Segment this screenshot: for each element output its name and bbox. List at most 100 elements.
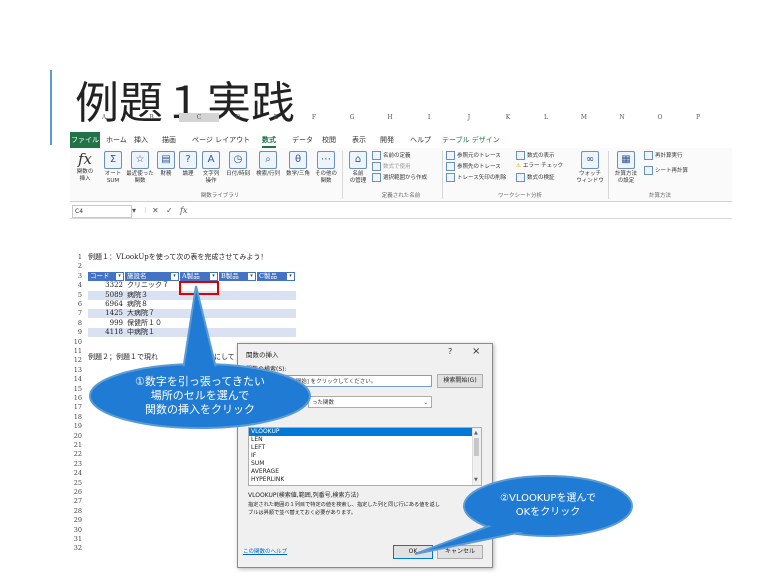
financial-button[interactable]: ▤ 財務 [156,151,176,178]
column-header[interactable]: H [371,113,409,122]
column-header[interactable]: M [565,113,603,122]
autosum-button[interactable]: Σ オート SUM [102,151,124,185]
error-checking-button[interactable]: ⚠ エラー チェック [516,162,563,170]
tab-home[interactable]: ホーム [106,134,127,146]
lookup-button[interactable]: ⌕ 検索/行列 [254,151,282,178]
function-list-item[interactable]: SUM [249,460,481,468]
cell-code[interactable]: 6964 [88,300,123,309]
cancel-icon[interactable]: ✕ [152,205,159,217]
row-header[interactable]: 2 [70,262,82,271]
watch-window-button[interactable]: ∞ ウォッチ ウィンドウ [576,151,604,185]
table-header-product-c[interactable]: C製品 ▾ [257,272,296,281]
column-header[interactable]: F [295,113,333,122]
table-header-product-b[interactable]: B製品 ▾ [219,272,257,281]
define-name-button[interactable]: 名前の定義 [372,151,411,160]
row-header[interactable]: 27 [70,497,82,506]
recent-functions-button[interactable]: ☆ 最近使った 関数 [126,151,154,185]
category-select[interactable]: った関数 ⌄ [308,396,432,408]
row-header[interactable]: 29 [70,516,82,525]
calc-now-button[interactable]: 再計算実行 [644,151,683,160]
help-icon[interactable]: ? [448,347,452,356]
trace-precedents-button[interactable]: 参照元のトレース [446,151,501,160]
row-header[interactable]: 20 [70,432,82,441]
name-manager-button[interactable]: ⌂ 名前 の管理 [346,151,370,185]
row-header[interactable]: 14 [70,375,82,384]
text-button[interactable]: A 文字列 操作 [200,151,222,185]
row-header[interactable]: 6 [70,300,82,309]
column-header[interactable]: E [257,113,295,122]
tab-formulas[interactable]: 数式 [262,134,276,148]
calc-options-button[interactable]: ▦ 計算方法 の設定 [612,151,640,185]
tab-table-design[interactable]: テーブル デザイン [442,134,500,146]
filter-dropdown-icon[interactable]: ▾ [210,273,217,280]
calc-sheet-button[interactable]: シート再計算 [644,166,688,175]
scroll-thumb[interactable] [474,438,479,456]
row-header[interactable]: 8 [70,319,82,328]
tab-file[interactable]: ファイル [70,132,100,148]
row-header[interactable]: 23 [70,460,82,469]
row-header[interactable]: 31 [70,535,82,544]
search-button[interactable]: 検索開始(G) [437,374,483,388]
evaluate-formula-button[interactable]: 数式の検証 [516,173,555,182]
row-header[interactable]: 9 [70,328,82,337]
row-header[interactable]: 19 [70,422,82,431]
other-functions-button[interactable]: ⋯ その他の 関数 [314,151,338,185]
tab-data[interactable]: データ [292,134,313,146]
row-header[interactable]: 28 [70,507,82,516]
cell-facility[interactable]: 保健所１０ [127,319,162,328]
row-header[interactable]: 21 [70,441,82,450]
column-header[interactable]: G [333,113,371,122]
function-list-item[interactable]: IF [249,452,481,460]
cell-facility[interactable]: 大病院７ [127,309,155,318]
row-header[interactable]: 3 [70,272,82,281]
datetime-button[interactable]: ◷ 日付/時刻 [224,151,252,178]
fx-button[interactable]: fx [180,205,187,217]
column-header[interactable]: K [489,113,527,122]
cell-code[interactable]: 3322 [88,281,123,290]
logical-button[interactable]: ? 論理 [178,151,198,178]
column-header[interactable]: D [219,113,257,122]
name-box-dropdown-icon[interactable]: ▾ [132,205,136,217]
row-header[interactable]: 25 [70,479,82,488]
use-in-formula-button[interactable]: 数式で使用 [372,162,411,171]
column-header[interactable]: B [124,113,179,122]
trace-dependents-button[interactable]: 参照先のトレース [446,162,501,171]
tab-help[interactable]: ヘルプ [410,134,431,146]
table-header-code[interactable]: コード ▾ [88,272,125,281]
filter-dropdown-icon[interactable]: ▾ [116,273,123,280]
column-header[interactable]: I [409,113,449,122]
cell-facility[interactable]: クリニック７ [127,281,169,290]
filter-dropdown-icon[interactable]: ▾ [287,273,294,280]
row-header[interactable]: 16 [70,394,82,403]
scroll-up-icon[interactable]: ▲ [474,430,478,436]
row-header[interactable]: 15 [70,385,82,394]
remove-arrows-button[interactable]: トレース矢印の削除 [446,173,506,182]
row-header[interactable]: 12 [70,356,82,365]
row-header[interactable]: 11 [70,347,82,356]
filter-dropdown-icon[interactable]: ▾ [171,273,178,280]
cell-code[interactable]: 999 [88,319,123,328]
column-header[interactable]: A [84,113,124,122]
row-header[interactable]: 17 [70,403,82,412]
row-header[interactable]: 7 [70,309,82,318]
table-header-facility[interactable]: 施設名 ▾ [125,272,180,281]
cell-code[interactable]: 1425 [88,309,123,318]
function-list-item[interactable]: LEN [249,436,481,444]
row-header[interactable]: 13 [70,366,82,375]
column-header[interactable]: L [527,113,565,122]
filter-dropdown-icon[interactable]: ▾ [248,273,255,280]
row-header[interactable]: 22 [70,450,82,459]
cell-facility[interactable]: 病院８ [127,300,148,309]
row-header[interactable]: 4 [70,281,82,290]
column-header[interactable]: N [603,113,641,122]
column-header[interactable]: J [449,113,489,122]
tab-insert[interactable]: 挿入 [134,134,148,146]
column-header[interactable]: C [179,113,219,122]
function-list-item[interactable]: LEFT [249,444,481,452]
column-header[interactable]: P [679,113,717,122]
table-header-product-a[interactable]: A製品 ▾ [180,272,219,281]
cell-a1-text[interactable]: 例題１：VLookUpを使って次の表を完成させてみよう！ [88,253,267,262]
row-header[interactable]: 5 [70,291,82,300]
create-from-selection-button[interactable]: 選択範囲から作成 [372,173,427,182]
name-box[interactable]: C4 [72,205,132,218]
